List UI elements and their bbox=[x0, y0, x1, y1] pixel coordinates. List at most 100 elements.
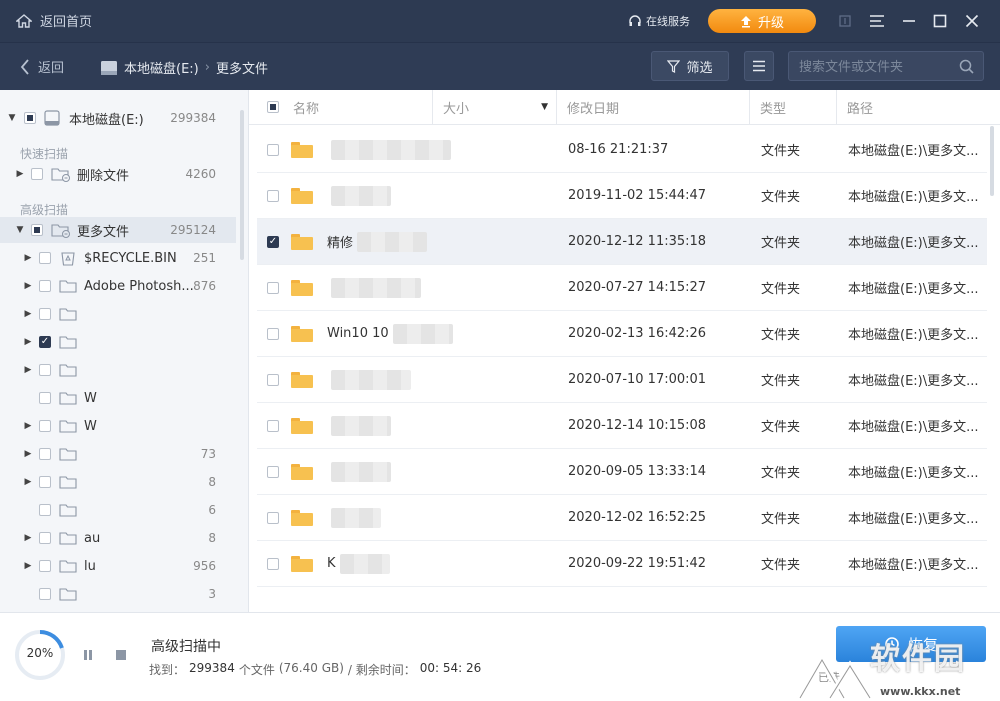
row-checkbox[interactable] bbox=[267, 189, 279, 202]
column-date-header[interactable]: 修改日期 bbox=[557, 90, 750, 124]
row-checkbox[interactable] bbox=[267, 419, 279, 432]
table-row[interactable]: K 2020-09-22 19:51:42 文件夹 本地磁盘(E:)\更多文... bbox=[257, 541, 987, 587]
expand-arrow-icon[interactable]: ▶ bbox=[23, 253, 33, 263]
tree-checkbox[interactable] bbox=[39, 448, 51, 460]
blurred-name bbox=[331, 461, 391, 482]
row-checkbox[interactable] bbox=[267, 327, 279, 340]
expand-arrow-icon[interactable]: ▶ bbox=[23, 561, 33, 571]
expand-arrow-icon[interactable]: ▼ bbox=[7, 113, 17, 123]
tree-item-folder[interactable]: ▶ W bbox=[0, 413, 236, 439]
tree-item-folder[interactable]: 3 bbox=[0, 581, 236, 607]
table-row[interactable]: 2020-09-05 13:33:14 文件夹 本地磁盘(E:)\更多文... bbox=[257, 449, 987, 495]
table-row[interactable]: Win10 10 2020-02-13 16:42:26 文件夹 本地磁盘(E:)\更… bbox=[257, 311, 987, 357]
tree-item-folder[interactable]: ▶ au 8 bbox=[0, 525, 236, 551]
upgrade-button[interactable]: 升级 bbox=[708, 9, 816, 33]
file-list: 名称 大小 ▼ 修改日期 类型 路径 08-16 21:21:37 文件夹 本地磁盘… bbox=[249, 90, 1000, 612]
tree-checkbox[interactable] bbox=[39, 392, 51, 404]
tree-item-deleted-files[interactable]: ▶ 删除文件 4260 bbox=[0, 161, 236, 187]
tree-item-more-files[interactable]: ▼ 更多文件 295124 bbox=[0, 217, 236, 243]
expand-arrow-icon[interactable]: ▶ bbox=[23, 281, 33, 291]
column-path-header[interactable]: 路径 bbox=[837, 90, 1000, 124]
tree-checkbox[interactable] bbox=[39, 252, 51, 264]
column-type-header[interactable]: 类型 bbox=[750, 90, 837, 124]
pin-button[interactable] bbox=[836, 12, 854, 30]
tree-item-drive[interactable]: ▼ 本地磁盘(E:) 299384 bbox=[0, 105, 236, 131]
tree-checkbox[interactable] bbox=[31, 224, 43, 236]
back-button[interactable]: 返回 bbox=[20, 57, 64, 76]
tree-item-folder[interactable]: 6 bbox=[0, 497, 236, 523]
tree-item-count: 8 bbox=[208, 531, 216, 545]
stop-icon[interactable] bbox=[115, 649, 127, 661]
tree-checkbox[interactable] bbox=[39, 504, 51, 516]
tree-checkbox[interactable] bbox=[39, 420, 51, 432]
table-row[interactable]: 精修 2020-12-12 11:35:18 文件夹 本地磁盘(E:)\更多文... bbox=[257, 219, 987, 265]
breadcrumb-drive[interactable]: 本地磁盘(E:) bbox=[124, 58, 199, 77]
column-size-header[interactable]: 大小 ▼ bbox=[433, 90, 557, 124]
list-scrollbar[interactable] bbox=[990, 126, 994, 196]
tree-item-folder[interactable]: ▶ bbox=[0, 357, 236, 383]
online-service-link[interactable]: 在线服务 bbox=[628, 13, 690, 29]
folder-outline-icon bbox=[59, 336, 77, 349]
folder-icon bbox=[291, 463, 313, 480]
expand-arrow-icon[interactable]: ▶ bbox=[23, 477, 33, 487]
view-toggle-button[interactable] bbox=[744, 51, 774, 81]
row-checkbox[interactable] bbox=[267, 557, 279, 570]
pause-icon[interactable] bbox=[82, 649, 94, 661]
sidebar-scrollbar[interactable] bbox=[240, 110, 244, 260]
filter-button[interactable]: 筛选 bbox=[651, 51, 729, 81]
expand-arrow-icon[interactable]: ▶ bbox=[23, 533, 33, 543]
expand-arrow-icon[interactable]: ▼ bbox=[15, 225, 25, 235]
minimize-button[interactable] bbox=[900, 12, 918, 30]
menu-button[interactable] bbox=[868, 12, 886, 30]
expand-arrow-icon[interactable]: ▶ bbox=[15, 169, 25, 179]
row-date: 2020-12-02 16:52:25 bbox=[568, 510, 707, 525]
table-row[interactable]: 2019-11-02 15:44:47 文件夹 本地磁盘(E:)\更多文... bbox=[257, 173, 987, 219]
tree-item-folder[interactable]: ▶ Adobe Photosh... 876 bbox=[0, 273, 236, 299]
expand-arrow-icon[interactable]: ▶ bbox=[23, 337, 33, 347]
row-checkbox[interactable] bbox=[267, 143, 279, 156]
tree-item-folder[interactable]: ▶ bbox=[0, 329, 236, 355]
table-row[interactable]: 2020-07-27 14:15:27 文件夹 本地磁盘(E:)\更多文... bbox=[257, 265, 987, 311]
search-input[interactable] bbox=[797, 56, 951, 78]
tree-checkbox[interactable] bbox=[24, 112, 36, 124]
row-checkbox[interactable] bbox=[267, 373, 279, 386]
tree-item-folder[interactable]: ▶ lu 956 bbox=[0, 553, 236, 579]
tree-checkbox[interactable] bbox=[39, 532, 51, 544]
tree-checkbox[interactable] bbox=[39, 588, 51, 600]
tree-checkbox[interactable] bbox=[39, 336, 51, 348]
tree-checkbox[interactable] bbox=[31, 168, 43, 180]
folder-icon bbox=[291, 417, 313, 434]
tree-item-folder[interactable]: ▶ bbox=[0, 301, 236, 327]
tree-checkbox[interactable] bbox=[39, 308, 51, 320]
home-label: 返回首页 bbox=[40, 15, 93, 30]
expand-arrow-icon[interactable]: ▶ bbox=[23, 449, 33, 459]
tree-checkbox[interactable] bbox=[39, 280, 51, 292]
table-row[interactable]: 2020-12-02 16:52:25 文件夹 本地磁盘(E:)\更多文... bbox=[257, 495, 987, 541]
tree-item-folder[interactable]: ▶ 8 bbox=[0, 469, 236, 495]
column-name-header[interactable]: 名称 bbox=[249, 90, 433, 124]
expand-arrow-icon[interactable]: ▶ bbox=[23, 421, 33, 431]
row-checkbox[interactable] bbox=[267, 511, 279, 524]
expand-arrow-icon[interactable]: ▶ bbox=[23, 365, 33, 375]
maximize-button[interactable] bbox=[931, 12, 949, 30]
tree-checkbox[interactable] bbox=[39, 364, 51, 376]
table-row[interactable]: 2020-12-14 10:15:08 文件夹 本地磁盘(E:)\更多文... bbox=[257, 403, 987, 449]
tree-item-folder[interactable]: W bbox=[0, 385, 236, 411]
row-checkbox[interactable] bbox=[267, 465, 279, 478]
select-all-checkbox[interactable] bbox=[267, 101, 279, 113]
search-icon[interactable] bbox=[959, 59, 974, 74]
folder-icon bbox=[291, 555, 313, 572]
row-checkbox[interactable] bbox=[267, 281, 279, 294]
row-checkbox[interactable] bbox=[267, 235, 279, 248]
table-row[interactable]: 2020-07-10 17:00:01 文件夹 本地磁盘(E:)\更多文... bbox=[257, 357, 987, 403]
home-link[interactable]: 返回首页 bbox=[16, 11, 92, 30]
filter-icon bbox=[667, 59, 681, 73]
expand-arrow-icon[interactable]: ▶ bbox=[23, 309, 33, 319]
close-button[interactable] bbox=[963, 12, 981, 30]
tree-checkbox[interactable] bbox=[39, 476, 51, 488]
breadcrumb-folder[interactable]: 更多文件 bbox=[216, 58, 268, 77]
tree-item-folder[interactable]: ▶ 73 bbox=[0, 441, 236, 467]
tree-checkbox[interactable] bbox=[39, 560, 51, 572]
table-row[interactable]: 08-16 21:21:37 文件夹 本地磁盘(E:)\更多文... bbox=[257, 127, 987, 173]
tree-item-folder[interactable]: ▶ $RECYCLE.BIN 251 bbox=[0, 245, 236, 271]
